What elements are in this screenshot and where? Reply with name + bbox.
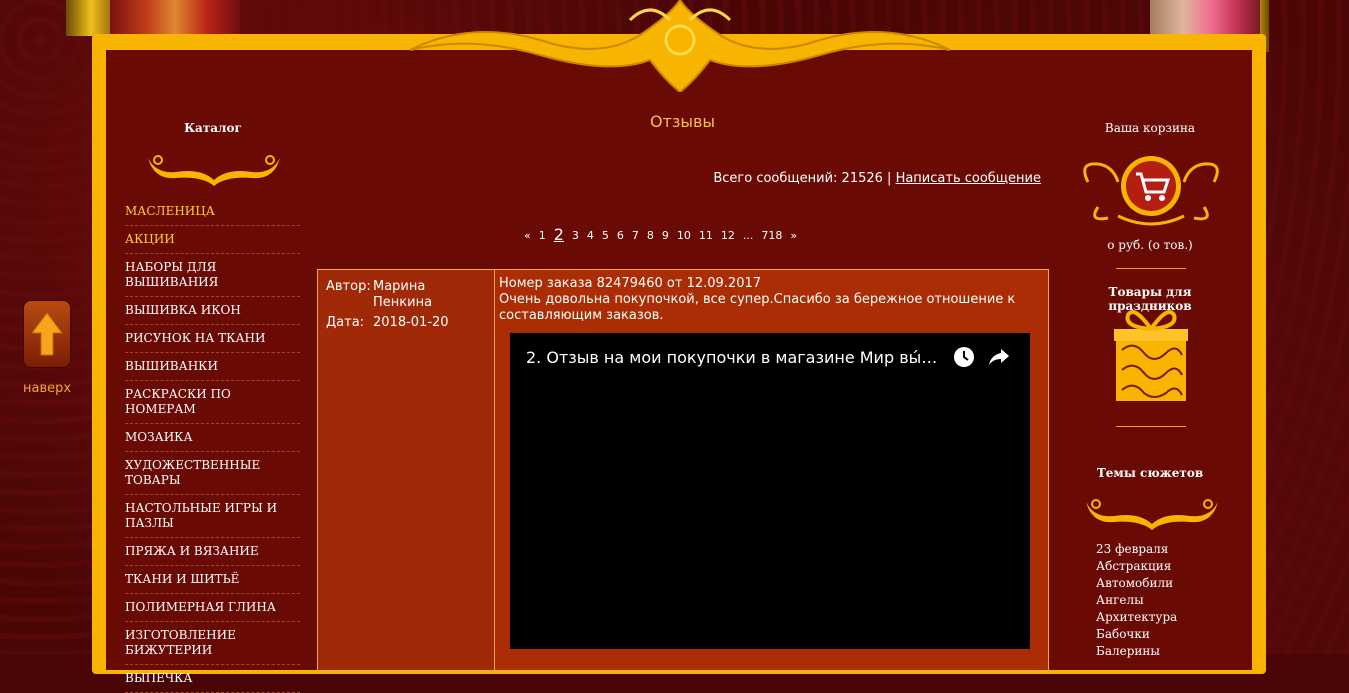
review-entry: Автор: Марина Пенкина Дата: 2018-01-20 Н… bbox=[317, 269, 1049, 671]
review-body: Номер заказа 82479460 от 12.09.2017 Очен… bbox=[499, 276, 1039, 324]
themes-title: Темы сюжетов bbox=[1096, 466, 1204, 480]
page-title: Отзывы bbox=[649, 112, 716, 131]
flowers-picture-left bbox=[110, 0, 240, 36]
catalog-item-embroidery-kits[interactable]: НАБОРЫ ДЛЯ ВЫШИВАНИЯ bbox=[125, 254, 300, 297]
catalog-item-akcii[interactable]: АКЦИИ bbox=[125, 226, 300, 254]
catalog-item-baking[interactable]: ВЫПЕЧКА bbox=[125, 665, 300, 693]
pager-page-3[interactable]: 3 bbox=[568, 229, 583, 244]
author-first-name: Марина bbox=[373, 279, 426, 294]
catalog-ornament bbox=[148, 155, 280, 186]
pager-page-10[interactable]: 10 bbox=[673, 229, 695, 244]
write-message-link[interactable]: Написать сообщение bbox=[896, 171, 1041, 186]
gift-icon[interactable] bbox=[1114, 305, 1188, 403]
review-text: Очень довольна покупочкой, все супер.Спа… bbox=[499, 292, 1016, 323]
author-last-name: Пенкина bbox=[373, 295, 433, 310]
theme-item[interactable]: Ангелы bbox=[1096, 592, 1177, 609]
catalog-title: Каталог bbox=[184, 121, 242, 135]
video-title[interactable]: 2. Отзыв на мои покупочки в магазине Мир… bbox=[526, 348, 941, 367]
date-label: Дата: bbox=[326, 315, 365, 330]
catalog-item-jewelry[interactable]: ИЗГОТОВЛЕНИЕ БИЖУТЕРИИ bbox=[125, 622, 300, 665]
catalog-menu: МАСЛЕНИЦА АКЦИИ НАБОРЫ ДЛЯ ВЫШИВАНИЯ ВЫШ… bbox=[125, 198, 300, 693]
catalog-item-paint-by-numbers[interactable]: РАСКРАСКИ ПО НОМЕРАМ bbox=[125, 381, 300, 424]
cart-total: о руб. (о тов.) bbox=[1107, 238, 1193, 252]
youtube-video[interactable]: 2. Отзыв на мои покупочки в магазине Мир… bbox=[510, 333, 1030, 649]
order-line: Номер заказа 82479460 от 12.09.2017 bbox=[499, 276, 762, 291]
catalog-item-maslenitsa[interactable]: МАСЛЕНИЦА bbox=[125, 198, 300, 226]
pager-page-6[interactable]: 6 bbox=[613, 229, 628, 244]
pager-page-last[interactable]: 718 bbox=[757, 229, 786, 244]
arrow-up-icon bbox=[31, 312, 63, 356]
catalog-item-fabrics[interactable]: ТКАНИ И ШИТЬЁ bbox=[125, 566, 300, 594]
pager-page-4[interactable]: 4 bbox=[583, 229, 598, 244]
scroll-up-label[interactable]: наверх bbox=[23, 381, 71, 396]
theme-item[interactable]: Абстракция bbox=[1096, 558, 1177, 575]
pager-page-9[interactable]: 9 bbox=[658, 229, 673, 244]
pager-page-7[interactable]: 7 bbox=[628, 229, 643, 244]
cart-title: Ваша корзина bbox=[1104, 121, 1196, 135]
pager-page-12[interactable]: 12 bbox=[717, 229, 739, 244]
watch-later-icon[interactable] bbox=[953, 346, 975, 368]
catalog-item-vyshivanki[interactable]: ВЫШИВАНКИ bbox=[125, 353, 300, 381]
pager-page-5[interactable]: 5 bbox=[598, 229, 613, 244]
top-ornament bbox=[410, 0, 950, 92]
catalog-item-mosaic[interactable]: МОЗАИКА bbox=[125, 424, 300, 452]
catalog-item-board-games[interactable]: НАСТОЛЬНЫЕ ИГРЫ И ПАЗЛЫ bbox=[125, 495, 300, 538]
review-date: 2018-01-20 bbox=[373, 315, 449, 330]
divider bbox=[1116, 268, 1186, 269]
theme-item[interactable]: Бабочки bbox=[1096, 626, 1177, 643]
review-meta: Автор: Марина Пенкина Дата: 2018-01-20 bbox=[318, 270, 495, 670]
pager-page-11[interactable]: 11 bbox=[695, 229, 717, 244]
author-label: Автор: bbox=[326, 279, 371, 294]
catalog-item-fabric-print[interactable]: РИСУНОК НА ТКАНИ bbox=[125, 325, 300, 353]
catalog-item-icons[interactable]: ВЫШИВКА ИКОН bbox=[125, 297, 300, 325]
themes-list: 23 февраля Абстракция Автомобили Ангелы … bbox=[1096, 541, 1177, 660]
divider bbox=[1116, 426, 1186, 427]
theme-item[interactable]: Балерины bbox=[1096, 643, 1177, 660]
theme-item[interactable]: Автомобили bbox=[1096, 575, 1177, 592]
pagination: « 1 2 3 4 5 6 7 8 9 10 11 12 ... 718 » bbox=[520, 225, 801, 244]
scroll-up-button[interactable] bbox=[23, 300, 71, 368]
cart-button[interactable] bbox=[1078, 152, 1224, 232]
theme-item[interactable]: 23 февраля bbox=[1096, 541, 1177, 558]
theme-item[interactable]: Архитектура bbox=[1096, 609, 1177, 626]
pager-page-8[interactable]: 8 bbox=[643, 229, 658, 244]
pager-next[interactable]: » bbox=[786, 229, 801, 244]
left-picture-frame bbox=[66, 0, 116, 36]
messages-count-text: Всего сообщений: 21526 | bbox=[713, 171, 892, 186]
pager-ellipsis: ... bbox=[742, 229, 754, 242]
pager-prev[interactable]: « bbox=[520, 229, 535, 244]
share-icon[interactable] bbox=[988, 347, 1010, 367]
messages-counter: Всего сообщений: 21526 | Написать сообще… bbox=[600, 171, 1041, 186]
catalog-item-polymer-clay[interactable]: ПОЛИМЕРНАЯ ГЛИНА bbox=[125, 594, 300, 622]
catalog-item-art-goods[interactable]: ХУДОЖЕСТВЕННЫЕ ТОВАРЫ bbox=[125, 452, 300, 495]
themes-ornament bbox=[1086, 499, 1218, 530]
pager-page-current: 2 bbox=[553, 225, 564, 244]
pager-page-1[interactable]: 1 bbox=[535, 229, 550, 244]
catalog-item-yarn[interactable]: ПРЯЖА И ВЯЗАНИЕ bbox=[125, 538, 300, 566]
